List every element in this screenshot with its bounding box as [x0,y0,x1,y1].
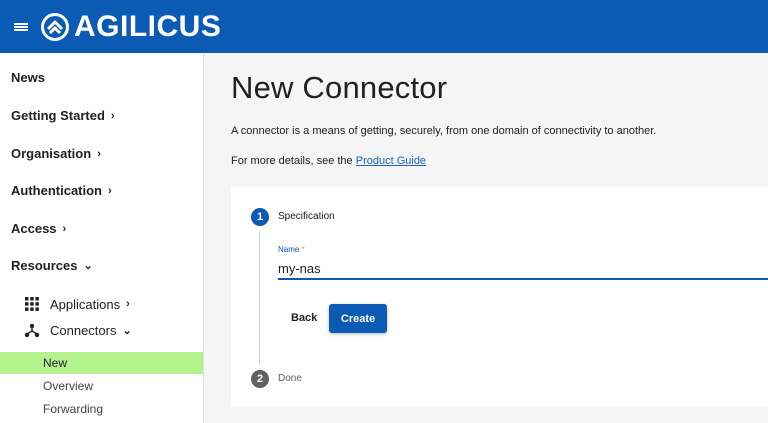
chevron-right-icon: › [110,109,115,122]
step-2-badge[interactable]: 2 [251,370,269,388]
connector-icon [24,323,40,338]
sidebar-item-label: Forwarding [43,402,104,416]
sidebar-item-new[interactable]: New [0,352,203,374]
sidebar-item-label: Connectors [50,322,117,338]
page-description: A connector is a means of getting, secur… [231,125,657,137]
hamburger-menu-icon[interactable] [14,21,28,33]
sidebar-item-label: Resources [11,258,78,273]
name-field-label: Name * [278,245,305,254]
sidebar-item-applications[interactable]: Applications › [24,296,130,312]
step-1-badge[interactable]: 1 [251,208,269,226]
sidebar-item-label: Getting Started [11,108,105,123]
page-title: New Connector [231,70,448,105]
sidebar-item-label: New [43,356,68,370]
create-button[interactable]: Create [329,304,387,333]
sidebar: News Getting Started › Organisation › Au… [0,53,204,423]
chevron-right-icon: › [62,222,67,235]
sidebar-item-access[interactable]: Access › [11,221,66,236]
sidebar-item-news[interactable]: News [11,70,45,85]
main-content: New Connector A connector is a means of … [205,53,768,423]
app-logo[interactable]: AGILICUS [40,10,221,44]
product-guide-link[interactable]: Product Guide [356,155,426,167]
sidebar-item-forwarding[interactable]: Forwarding [0,398,203,420]
step-connector-line [259,231,260,365]
required-marker: * [301,245,305,254]
agilicus-logo-icon [41,12,69,41]
chevron-down-icon: ⌄ [122,324,132,337]
sidebar-item-label: Organisation [11,146,92,161]
sidebar-item-label: Access [11,221,57,236]
sidebar-item-organisation[interactable]: Organisation › [11,146,101,161]
sidebar-item-label: News [11,70,45,85]
name-field-label-text: Name [278,245,300,254]
sidebar-item-label: Applications [50,296,121,312]
sidebar-item-resources[interactable]: Resources ⌄ [11,258,93,273]
chevron-down-icon: ⌄ [83,260,93,272]
step-2-label[interactable]: Done [278,373,302,384]
chevron-right-icon: › [108,184,112,197]
chevron-right-icon: › [97,147,101,160]
sidebar-item-overview[interactable]: Overview [0,375,203,397]
top-bar: AGILICUS [0,0,768,53]
sidebar-item-authentication[interactable]: Authentication › [11,183,112,198]
sidebar-item-connectors[interactable]: Connectors ⌄ [24,322,132,338]
back-button[interactable]: Back [283,304,325,332]
sidebar-item-label: Overview [43,379,94,393]
sidebar-item-label: Authentication [11,183,102,198]
name-input[interactable] [278,258,768,280]
step-1-label[interactable]: Specification [278,211,335,222]
sidebar-item-getting-started[interactable]: Getting Started › [11,108,115,123]
details-prefix: For more details, see the [231,155,356,167]
details-text: For more details, see the Product Guide [231,155,426,167]
chevron-right-icon: › [126,298,130,310]
stepper-card: 1 Specification Name * Back Create 2 Don… [231,187,768,407]
app-name: AGILICUS [74,9,222,43]
grid-icon [25,297,39,311]
